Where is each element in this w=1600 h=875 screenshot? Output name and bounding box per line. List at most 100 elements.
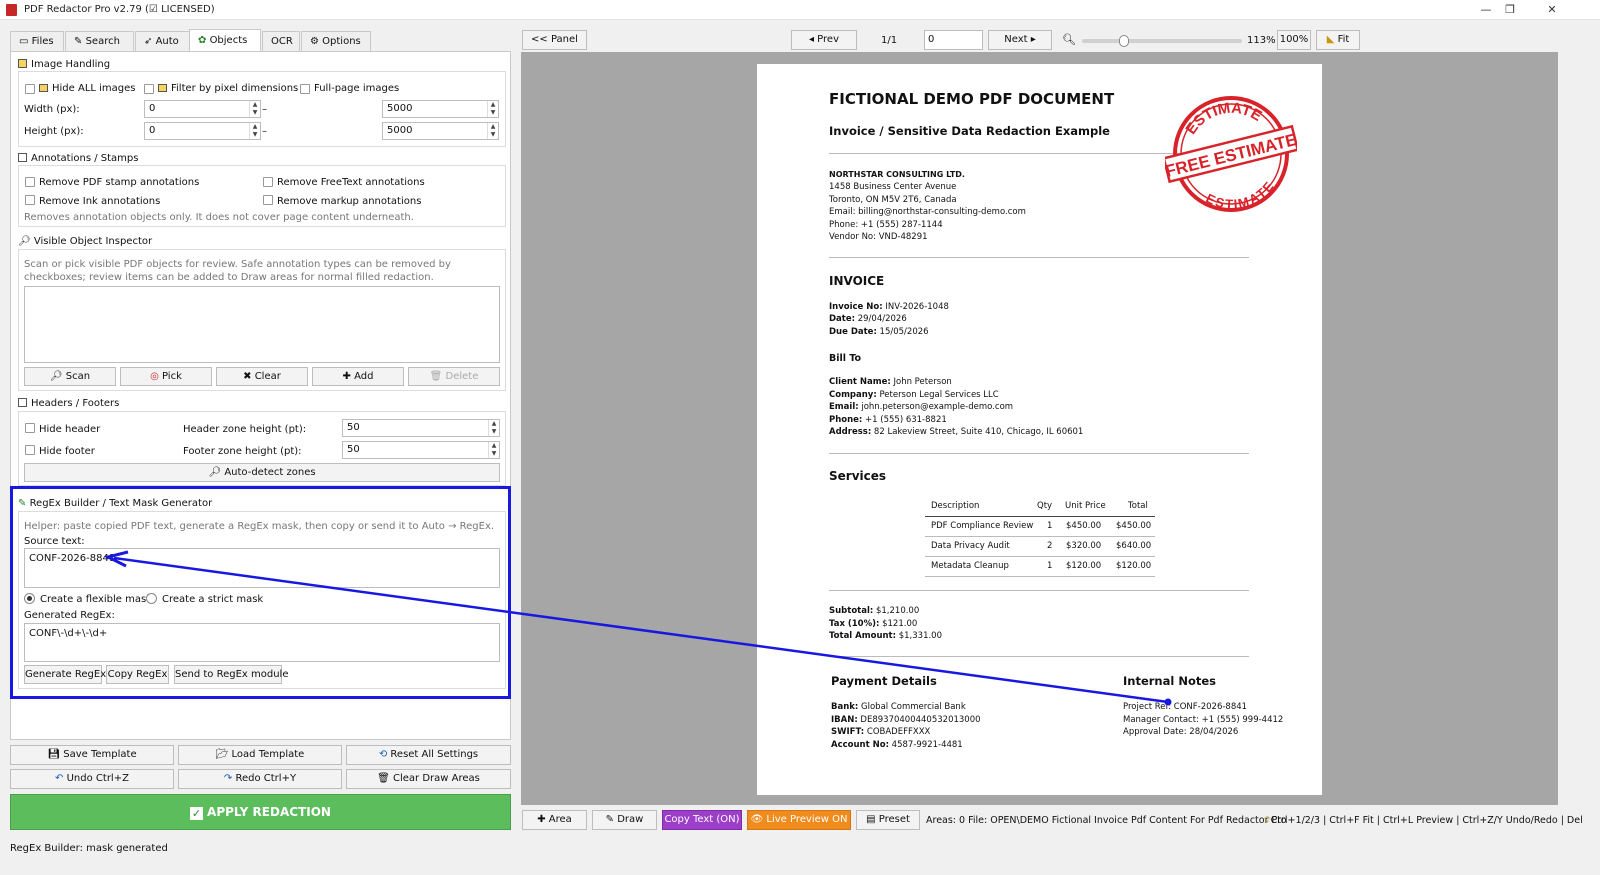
tab-objects[interactable]: ✿ Objects — [189, 29, 261, 52]
tab-search[interactable]: ✎ Search — [65, 31, 134, 51]
area-tool-button[interactable]: ✚ Area — [522, 810, 587, 830]
source-text-input[interactable]: CONF-2026-8841 — [24, 548, 500, 588]
height-min-input[interactable]: 0 ▲ ▼ — [144, 122, 261, 140]
divider — [829, 656, 1249, 657]
annotations-note: Removes annotation objects only. It does… — [24, 212, 414, 223]
eye-icon: 👁︎ — [750, 814, 767, 825]
remove-ink-checkbox[interactable] — [25, 195, 35, 205]
auto-detect-zones-button[interactable]: 🔎︎ Auto-detect zones — [24, 463, 500, 482]
filter-pixel-label: Filter by pixel dimensions — [171, 83, 299, 94]
remove-stamp-checkbox[interactable] — [25, 177, 35, 187]
manager-contact: Manager Contact: +1 (555) 999-4412 — [1123, 715, 1284, 725]
headers-footers-section: Hide header Header zone height (pt): 50 ▲… — [18, 411, 506, 486]
redo-button[interactable]: ↷ Redo Ctrl+Y — [178, 769, 342, 789]
viewer-scrollbar[interactable] — [1558, 52, 1568, 805]
copy-text-toggle[interactable]: Copy Text (ON) — [662, 810, 742, 830]
window-title: PDF Redactor Pro v2.79 (☑ LICENSED) — [24, 4, 215, 15]
payment-heading: Payment Details — [831, 674, 937, 688]
width-min-input[interactable]: 0 ▲ ▼ — [144, 100, 261, 118]
plus-icon: ✚ — [537, 814, 549, 825]
tab-auto[interactable]: ➶ Auto — [135, 31, 190, 51]
table-cell: $120.00 — [1066, 561, 1102, 571]
stepper-icon[interactable]: ▲ ▼ — [249, 101, 260, 117]
next-page-button[interactable]: Next ▸ — [988, 30, 1052, 50]
inspector-title: 🔎︎ Visible Object Inspector — [18, 236, 153, 247]
vendor-number: Vendor No: VND-48291 — [829, 232, 928, 242]
stepper-icon[interactable]: ▲ ▼ — [487, 123, 498, 139]
swift: SWIFT: COBADEFFXXX — [831, 727, 931, 737]
width-max-input[interactable]: 5000 ▲ ▼ — [382, 100, 499, 118]
minimize-button[interactable]: — — [1474, 2, 1498, 18]
strict-mask-label: Create a strict mask — [162, 594, 264, 605]
regex-helper: Helper: paste copied PDF text, generate … — [24, 521, 495, 532]
filter-pixel-checkbox[interactable] — [144, 84, 154, 94]
remove-freetext-label: Remove FreeText annotations — [277, 177, 425, 188]
tab-options[interactable]: ⚙ Options — [301, 31, 371, 51]
flexible-mask-radio[interactable] — [24, 593, 35, 604]
panel-toggle-button[interactable]: << Panel — [522, 30, 587, 50]
save-template-button[interactable]: 💾︎ Save Template — [10, 745, 174, 765]
copy-regex-button[interactable]: Copy RegEx — [106, 665, 169, 684]
brush-icon: ✎ — [18, 498, 30, 509]
scan-button[interactable]: 🔎︎ Scan — [24, 367, 116, 386]
reset-icon: ⟲ — [378, 749, 391, 760]
remove-freetext-checkbox[interactable] — [263, 177, 273, 187]
divider — [829, 590, 1249, 591]
inspector-list[interactable] — [24, 286, 500, 363]
gear-icon: ⚙ — [310, 36, 323, 47]
header-zone-label: Header zone height (pt): — [183, 424, 307, 435]
trash-icon: 🗑︎ — [429, 371, 446, 382]
headers-footers-title: Headers / Footers — [18, 398, 119, 409]
clear-draw-areas-button[interactable]: 🗑︎ Clear Draw Areas — [346, 769, 511, 789]
app-icon — [6, 4, 17, 16]
internal-notes-heading: Internal Notes — [1123, 674, 1216, 688]
height-max-input[interactable]: 5000 ▲ ▼ — [382, 122, 499, 140]
stepper-icon[interactable]: ▲ ▼ — [487, 101, 498, 117]
fit-button[interactable]: ◣ Fit — [1316, 30, 1360, 50]
clear-button[interactable]: ✖ Clear — [216, 367, 308, 386]
regex-title: ✎ RegEx Builder / Text Mask Generator — [18, 498, 213, 509]
pick-button[interactable]: ◎ Pick — [120, 367, 212, 386]
page-number-input[interactable]: 0 — [924, 30, 983, 50]
hide-all-images-checkbox[interactable] — [25, 84, 35, 94]
generated-regex-output[interactable]: CONF\-\d+\-\d+ — [24, 623, 500, 662]
send-to-regex-button[interactable]: Send to RegEx module — [174, 665, 288, 684]
strict-mask-radio[interactable] — [146, 593, 157, 604]
hide-header-checkbox[interactable] — [25, 423, 35, 433]
table-cell: 1 — [1047, 521, 1053, 531]
add-button[interactable]: ✚ Add — [312, 367, 404, 386]
delete-button[interactable]: 🗑︎ Delete — [408, 367, 500, 386]
load-template-button[interactable]: 📂︎ Load Template — [178, 745, 342, 765]
doc-subtitle: Invoice / Sensitive Data Redaction Examp… — [829, 124, 1110, 138]
hide-footer-checkbox[interactable] — [25, 445, 35, 455]
header-zone-input[interactable]: 50 ▲ ▼ — [342, 419, 500, 437]
zoom-slider-handle[interactable] — [1118, 35, 1129, 47]
table-rule — [925, 576, 1155, 577]
annotations-section: Remove PDF stamp annotations Remove Free… — [18, 165, 506, 227]
account-number: Account No: 4587-9921-4481 — [831, 740, 963, 750]
undo-button[interactable]: ↶ Undo Ctrl+Z — [10, 769, 174, 789]
tab-files[interactable]: ▭ Files — [10, 31, 64, 51]
zoom-slider[interactable] — [1082, 35, 1242, 47]
generate-regex-button[interactable]: Generate RegEx — [24, 665, 106, 684]
remove-markup-checkbox[interactable] — [263, 195, 273, 205]
stepper-icon[interactable]: ▲ ▼ — [488, 442, 499, 458]
live-preview-toggle[interactable]: 👁︎ Live Preview ON — [747, 810, 851, 830]
preset-button[interactable]: ▤ Preset — [856, 810, 920, 830]
magnifier-icon: 🔎︎ — [49, 371, 66, 382]
image-icon — [18, 59, 27, 68]
pencil-icon: ✎ — [74, 36, 86, 47]
stepper-icon[interactable]: ▲ ▼ — [249, 123, 260, 139]
full-page-images-checkbox[interactable] — [300, 84, 310, 94]
close-button[interactable]: ✕ — [1540, 2, 1564, 18]
tab-ocr[interactable]: OCR — [262, 31, 300, 51]
reset-settings-button[interactable]: ⟲ Reset All Settings — [346, 745, 511, 765]
client-phone: Phone: +1 (555) 631-8821 — [829, 415, 947, 425]
stepper-icon[interactable]: ▲ ▼ — [488, 420, 499, 436]
prev-page-button[interactable]: ◂ Prev — [791, 30, 857, 50]
maximize-button[interactable]: ❐ — [1498, 2, 1522, 18]
footer-zone-input[interactable]: 50 ▲ ▼ — [342, 441, 500, 459]
apply-redaction-button[interactable]: ✓ APPLY REDACTION — [10, 794, 511, 830]
zoom-100-button[interactable]: 100% — [1277, 30, 1311, 50]
draw-tool-button[interactable]: ✎ Draw — [592, 810, 657, 830]
